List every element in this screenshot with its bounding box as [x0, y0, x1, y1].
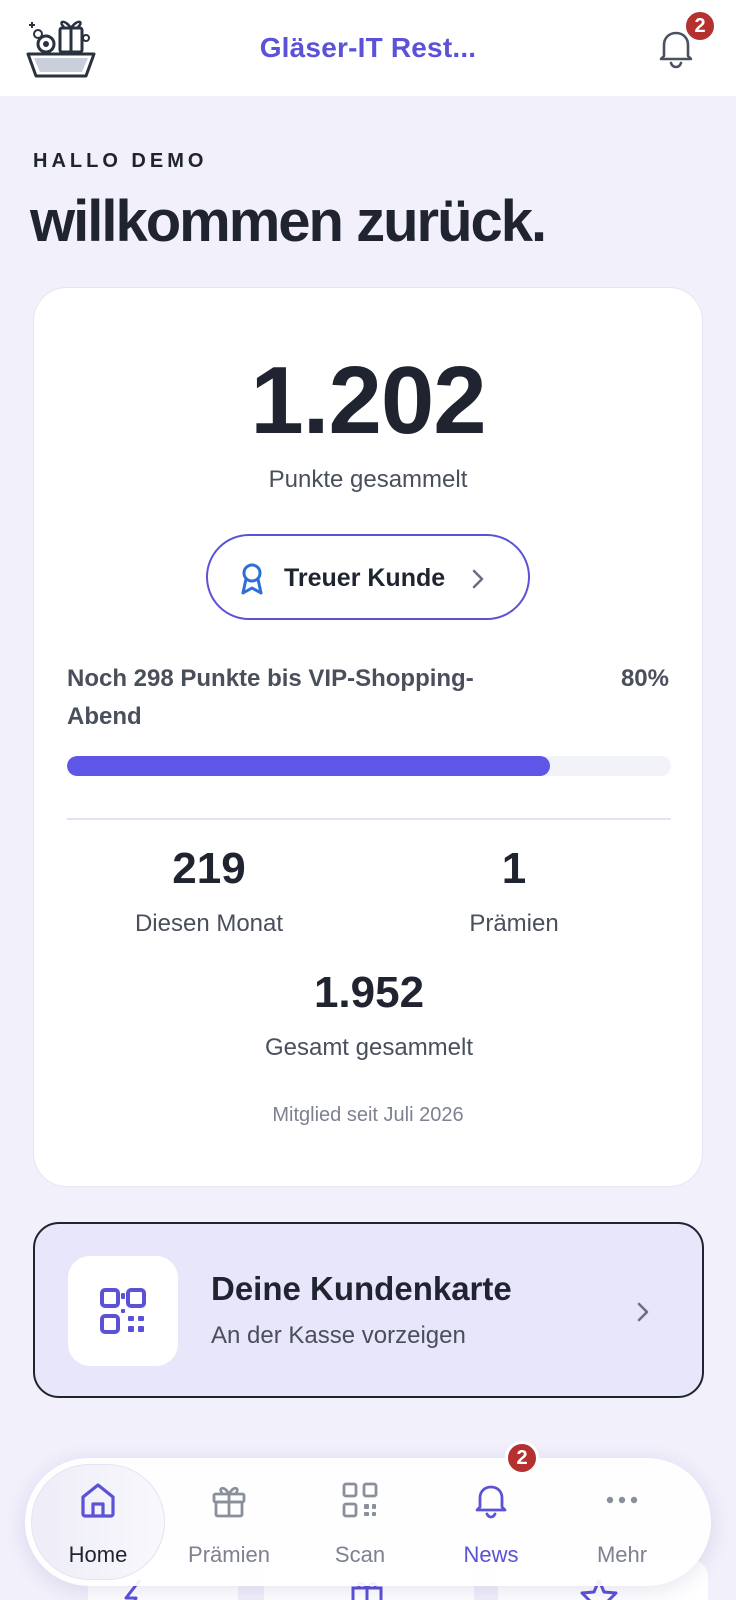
stat-month-label: Diesen Monat	[134, 910, 284, 937]
nav-home[interactable]: Home	[34, 1458, 162, 1586]
notification-badge: 2	[683, 9, 717, 43]
nav-rewards-label: Prämien	[188, 1542, 270, 1567]
nav-news[interactable]: News	[427, 1458, 555, 1586]
more-icon	[606, 1496, 638, 1504]
nav-rewards[interactable]: Prämien	[165, 1458, 293, 1586]
stat-month-value: 219	[172, 844, 246, 893]
points-label: Punkte gesammelt	[268, 466, 468, 493]
customer-card-subtitle: An der Kasse vorzeigen	[211, 1322, 466, 1349]
nav-more-label: Mehr	[596, 1542, 648, 1567]
progress-text: Noch 298 Punkte bis VIP-Shopping-Abend	[67, 665, 474, 730]
gift-icon	[212, 1486, 246, 1518]
stat-rewards-value: 1	[501, 844, 527, 893]
member-since: Mitglied seit Juli 2026	[272, 1104, 464, 1126]
qr-code-tile	[68, 1256, 178, 1366]
nav-scan[interactable]: Scan	[296, 1458, 424, 1586]
nav-scan-label: Scan	[334, 1542, 386, 1567]
stat-rewards-label: Prämien	[469, 910, 559, 937]
divider	[67, 818, 671, 820]
stat-total-label: Gesamt gesammelt	[264, 1034, 474, 1061]
customer-card-button[interactable]: Deine Kundenkarte An der Kasse vorzeigen	[33, 1222, 704, 1398]
app-title: Gläser-IT Rest...	[259, 32, 477, 63]
loyalty-status-button[interactable]: Treuer Kunde	[206, 534, 530, 620]
stat-total-value: 1.952	[313, 968, 425, 1017]
chevron-right-icon	[637, 1302, 649, 1322]
qr-code-icon	[100, 1288, 146, 1334]
nav-news-label: News	[463, 1542, 519, 1567]
loyalty-status-label: Treuer Kunde	[284, 564, 446, 592]
bell-icon	[475, 1485, 507, 1519]
progress-percent: 80%	[620, 665, 669, 692]
award-icon	[241, 563, 263, 595]
home-icon	[81, 1483, 115, 1518]
nav-more[interactable]: Mehr	[558, 1458, 686, 1586]
customer-card-title: Deine Kundenkarte	[211, 1270, 512, 1307]
chevron-right-icon	[472, 569, 484, 589]
news-badge: 2	[505, 1441, 539, 1475]
points-value: 1.202	[250, 347, 486, 454]
nav-home-label: Home	[68, 1542, 128, 1567]
points-card: 1.202 Punkte gesammelt Treuer Kunde Noch…	[33, 287, 703, 1187]
greeting-title: willkommen zurück.	[30, 189, 547, 254]
progress-bar-fill	[67, 756, 551, 776]
greeting-label: HALLO DEMO	[33, 150, 208, 172]
bottom-navigation: Home Prämien Scan News Mehr 2	[25, 1441, 711, 1586]
progress-bar	[67, 756, 671, 776]
logo-icon	[26, 20, 96, 78]
qr-icon	[342, 1482, 378, 1518]
app-header: Gläser-IT Rest... 2	[0, 0, 736, 96]
